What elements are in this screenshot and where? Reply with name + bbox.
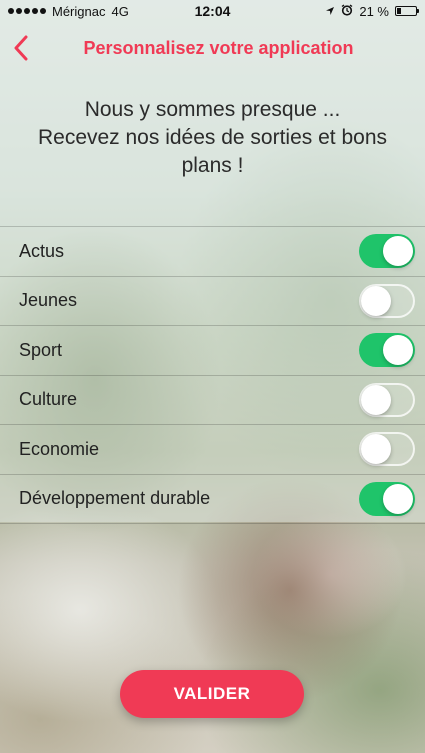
validate-button[interactable]: VALIDER (120, 670, 304, 718)
battery-level-fill (397, 8, 401, 14)
intro-line-1: Nous y sommes presque ... (84, 98, 341, 121)
toggle-knob (383, 483, 413, 514)
status-time: 12:04 (194, 3, 231, 19)
category-row: Jeunes (0, 277, 425, 326)
page-title: Personnalisez votre application (83, 37, 354, 58)
network-type: 4G (111, 3, 129, 19)
category-label: Culture (19, 389, 78, 410)
toggle-knob (361, 434, 391, 465)
battery-icon (395, 6, 419, 16)
intro-line-2: Recevez nos idées de sorties et bons pla… (37, 126, 388, 177)
category-row: Sport (0, 326, 425, 376)
category-toggle[interactable] (359, 432, 415, 467)
status-left: Mérignac 4G (8, 4, 129, 19)
category-row: Actus (0, 227, 425, 277)
category-toggle[interactable] (359, 283, 415, 318)
chevron-left-icon (14, 35, 28, 61)
category-row: Culture (0, 376, 425, 425)
signal-strength-icon (8, 8, 46, 14)
location-arrow-icon (325, 4, 335, 19)
category-label: Développement durable (19, 488, 211, 509)
intro-text: Nous y sommes presque ... Recevez nos id… (20, 96, 405, 180)
toggle-knob (383, 236, 413, 267)
carrier-name: Mérignac (52, 3, 106, 19)
category-label: Economie (19, 438, 100, 459)
category-toggle[interactable] (359, 234, 415, 269)
category-label: Sport (19, 339, 63, 360)
toggle-knob (361, 384, 391, 415)
alarm-clock-icon (341, 3, 353, 19)
category-row: Développement durable (0, 475, 425, 524)
categories-list: Actus Jeunes Sport Culture Economie Développe… (0, 226, 425, 524)
category-label: Jeunes (19, 290, 78, 311)
category-toggle[interactable] (359, 333, 415, 368)
back-button[interactable] (6, 30, 36, 66)
status-bar: Mérignac 4G 12:04 21 % (0, 0, 425, 22)
category-label: Actus (19, 240, 65, 261)
status-right: 21 % (325, 3, 419, 19)
category-toggle[interactable] (359, 481, 415, 516)
category-toggle[interactable] (359, 382, 415, 417)
battery-percent: 21 % (359, 3, 389, 19)
toggle-knob (361, 285, 391, 316)
toggle-knob (383, 335, 413, 366)
header: Personnalisez votre application (0, 22, 425, 74)
category-row: Economie (0, 425, 425, 475)
